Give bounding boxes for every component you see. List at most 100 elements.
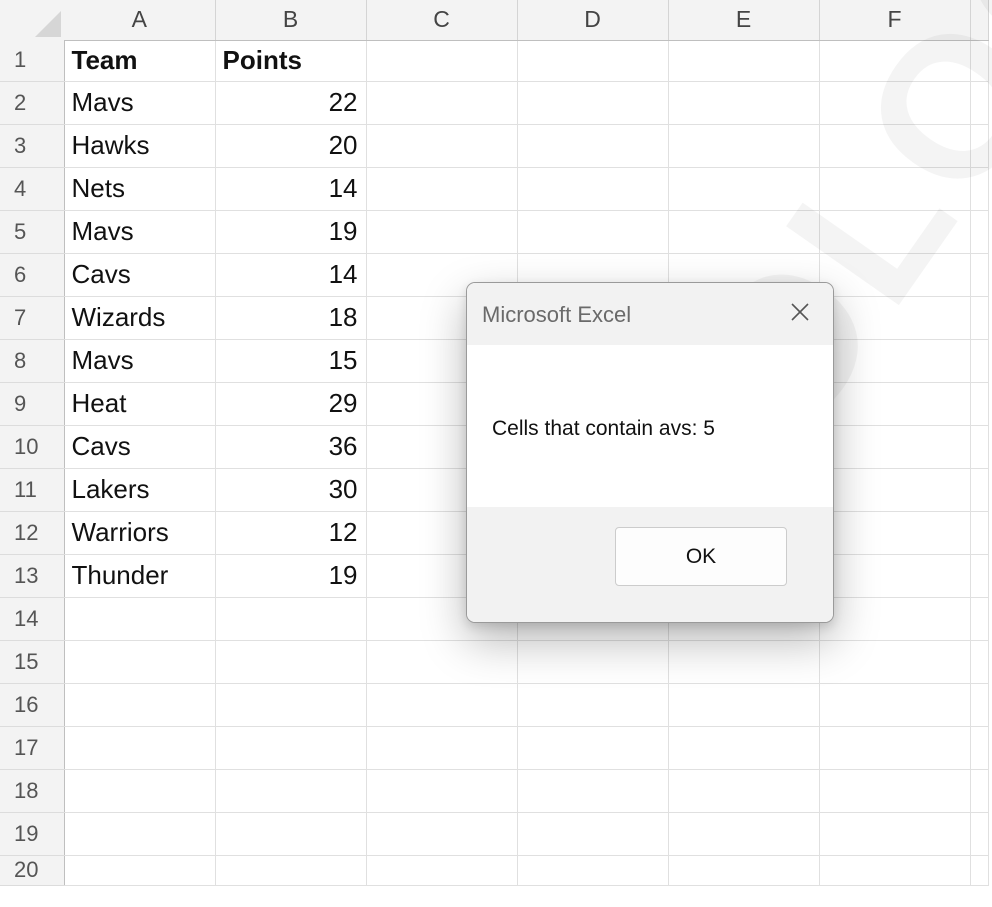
grid-cell[interactable]	[517, 40, 669, 82]
grid-cell[interactable]: Lakers	[64, 468, 216, 512]
grid-cell[interactable]	[668, 683, 820, 727]
grid-cell[interactable]	[970, 726, 989, 770]
grid-cell[interactable]: Cavs	[64, 425, 216, 469]
grid-cell[interactable]	[517, 167, 669, 211]
column-header-a[interactable]: A	[64, 0, 216, 41]
grid-cell[interactable]	[366, 769, 518, 813]
grid-cell[interactable]	[819, 726, 971, 770]
grid-cell[interactable]: 14	[215, 167, 367, 211]
grid-cell[interactable]	[970, 511, 989, 555]
grid-cell[interactable]: Mavs	[64, 339, 216, 383]
grid-cell[interactable]: 30	[215, 468, 367, 512]
grid-cell[interactable]	[819, 210, 971, 254]
grid-cell[interactable]: 29	[215, 382, 367, 426]
grid-cell[interactable]: 12	[215, 511, 367, 555]
grid-cell[interactable]	[970, 339, 989, 383]
grid-cell[interactable]	[819, 339, 971, 383]
select-all-corner[interactable]	[0, 0, 64, 40]
grid-cell[interactable]	[819, 769, 971, 813]
column-header-c[interactable]: C	[366, 0, 518, 41]
grid-cell[interactable]	[64, 855, 216, 886]
grid-cell[interactable]	[819, 640, 971, 684]
grid-cell[interactable]	[215, 683, 367, 727]
grid-cell[interactable]	[64, 726, 216, 770]
grid-cell[interactable]	[668, 81, 820, 125]
grid-cell[interactable]	[970, 812, 989, 856]
grid-cell[interactable]	[668, 210, 820, 254]
grid-cell[interactable]: 19	[215, 554, 367, 598]
row-header[interactable]: 2	[0, 81, 65, 125]
grid-cell[interactable]: 36	[215, 425, 367, 469]
grid-cell[interactable]	[64, 812, 216, 856]
row-header[interactable]: 16	[0, 683, 65, 727]
grid-cell[interactable]	[819, 382, 971, 426]
grid-cell[interactable]	[819, 167, 971, 211]
column-header-e[interactable]: E	[668, 0, 820, 41]
grid-cell[interactable]	[366, 812, 518, 856]
row-header[interactable]: 1	[0, 40, 65, 82]
grid-cell[interactable]: 15	[215, 339, 367, 383]
grid-cell[interactable]	[366, 167, 518, 211]
grid-cell[interactable]	[64, 597, 216, 641]
grid-cell[interactable]	[819, 511, 971, 555]
grid-cell[interactable]	[819, 40, 971, 82]
grid-cell[interactable]	[668, 640, 820, 684]
column-header-d[interactable]: D	[517, 0, 669, 41]
grid-cell[interactable]	[819, 253, 971, 297]
grid-cell[interactable]: Mavs	[64, 81, 216, 125]
grid-cell[interactable]	[517, 812, 669, 856]
column-header-b[interactable]: B	[215, 0, 367, 41]
grid-cell[interactable]	[668, 812, 820, 856]
row-header[interactable]: 14	[0, 597, 65, 641]
grid-cell[interactable]	[668, 40, 820, 82]
grid-cell[interactable]	[819, 597, 971, 641]
row-header[interactable]: 15	[0, 640, 65, 684]
grid-cell[interactable]: Mavs	[64, 210, 216, 254]
grid-cell[interactable]	[970, 769, 989, 813]
grid-cell[interactable]	[819, 554, 971, 598]
grid-cell[interactable]: Warriors	[64, 511, 216, 555]
grid-cell[interactable]	[970, 253, 989, 297]
grid-cell[interactable]: Wizards	[64, 296, 216, 340]
grid-cell[interactable]	[215, 855, 367, 886]
row-header[interactable]: 8	[0, 339, 65, 383]
row-header[interactable]: 20	[0, 855, 65, 886]
row-header[interactable]: 13	[0, 554, 65, 598]
grid-cell[interactable]	[970, 554, 989, 598]
row-header[interactable]: 5	[0, 210, 65, 254]
row-header[interactable]: 9	[0, 382, 65, 426]
column-header-f[interactable]: F	[819, 0, 971, 41]
grid-cell[interactable]: Cavs	[64, 253, 216, 297]
grid-cell[interactable]	[970, 40, 989, 82]
grid-cell[interactable]	[366, 81, 518, 125]
grid-cell[interactable]: Thunder	[64, 554, 216, 598]
grid-cell[interactable]	[819, 425, 971, 469]
grid-cell[interactable]	[517, 81, 669, 125]
grid-cell[interactable]	[517, 726, 669, 770]
ok-button[interactable]: OK	[615, 527, 787, 586]
grid-cell[interactable]	[215, 812, 367, 856]
grid-cell[interactable]	[366, 124, 518, 168]
grid-cell[interactable]	[970, 683, 989, 727]
grid-cell[interactable]	[970, 210, 989, 254]
grid-cell[interactable]	[668, 769, 820, 813]
row-header[interactable]: 19	[0, 812, 65, 856]
grid-cell[interactable]	[668, 167, 820, 211]
grid-cell[interactable]	[819, 812, 971, 856]
grid-cell[interactable]: 22	[215, 81, 367, 125]
grid-cell[interactable]	[64, 769, 216, 813]
grid-cell[interactable]	[517, 640, 669, 684]
grid-cell[interactable]	[668, 124, 820, 168]
grid-cell[interactable]	[819, 683, 971, 727]
grid-cell[interactable]	[64, 683, 216, 727]
grid-cell[interactable]: 20	[215, 124, 367, 168]
row-header[interactable]: 6	[0, 253, 65, 297]
row-header[interactable]: 12	[0, 511, 65, 555]
grid-cell[interactable]	[970, 425, 989, 469]
grid-cell[interactable]	[517, 124, 669, 168]
column-header-g[interactable]	[970, 0, 989, 41]
grid-cell[interactable]	[215, 726, 367, 770]
row-header[interactable]: 17	[0, 726, 65, 770]
grid-cell[interactable]: 14	[215, 253, 367, 297]
grid-cell[interactable]: Nets	[64, 167, 216, 211]
